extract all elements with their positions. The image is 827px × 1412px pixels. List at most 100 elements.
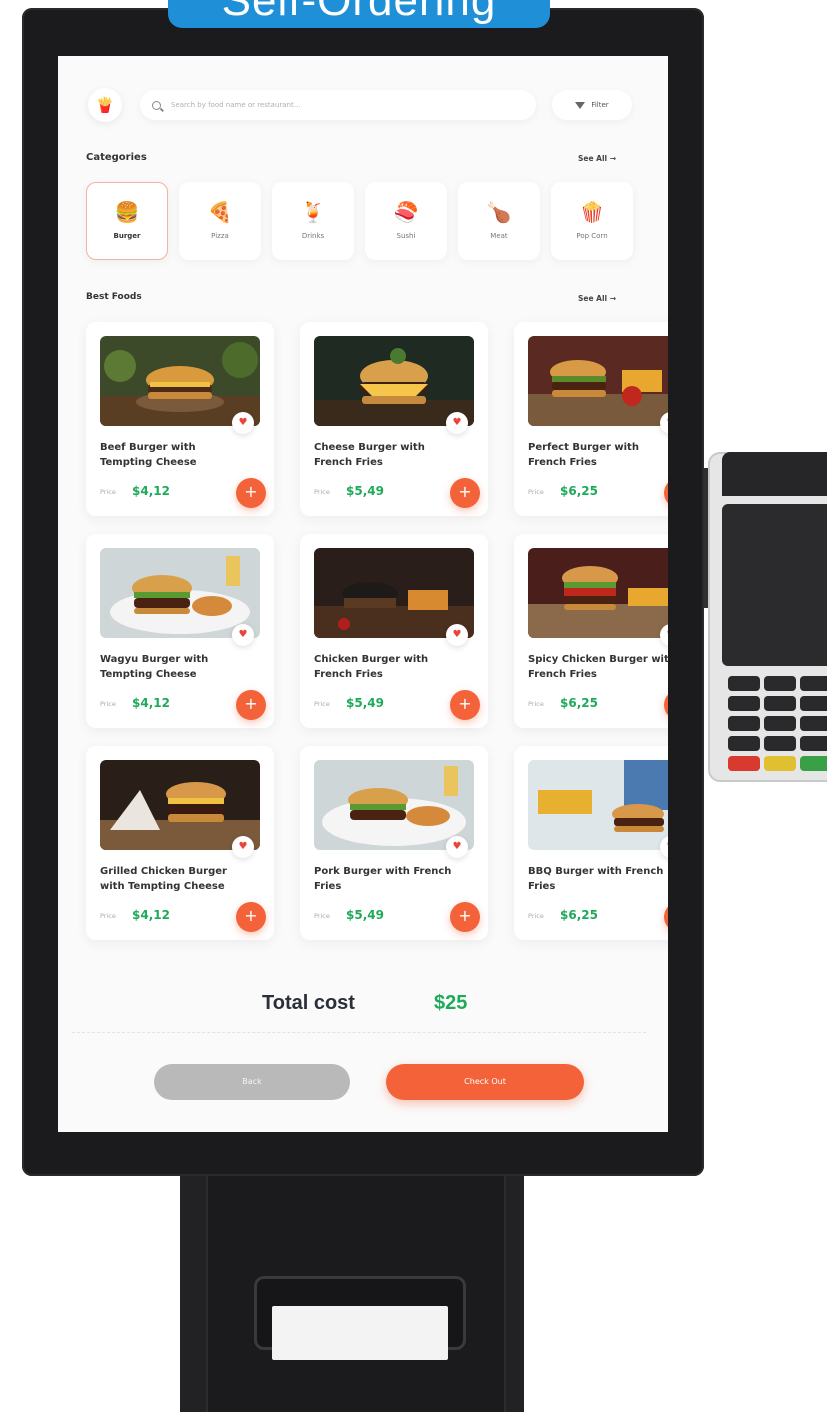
category-sushi[interactable]: 🍣 Sushi (365, 182, 447, 260)
category-pizza[interactable]: 🍕 Pizza (179, 182, 261, 260)
category-label: Pizza (211, 232, 229, 240)
add-to-cart-button[interactable]: + (236, 478, 266, 508)
price-label: Price (314, 488, 330, 496)
price-label: Price (100, 912, 116, 920)
terminal-key (764, 756, 796, 771)
card-terminal-screen (722, 504, 827, 666)
price-label: Price (528, 700, 544, 708)
filter-label: Filter (591, 101, 609, 109)
food-price: $5,49 (346, 908, 384, 922)
food-card[interactable]: ♥ Chicken Burger with French Fries Price… (300, 534, 488, 728)
back-button[interactable]: Back (154, 1064, 350, 1100)
favorite-heart-icon[interactable]: ♥ (446, 412, 468, 434)
food-card[interactable]: ♥ Perfect Burger with French Fries Price… (514, 322, 668, 516)
food-card[interactable]: ♥ Beef Burger with Tempting Cheese Price… (86, 322, 274, 516)
food-photo (314, 548, 474, 638)
popcorn-icon: 🍿 (579, 200, 605, 224)
kiosk-photo: Self-Ordering 🍟 Filter Categories See Al… (0, 0, 827, 1412)
drink-icon: 🍹 (300, 200, 326, 224)
terminal-key (800, 716, 827, 731)
add-to-cart-button[interactable]: + (450, 690, 480, 720)
favorite-heart-icon[interactable]: ♥ (232, 836, 254, 858)
category-label: Burger (113, 232, 141, 240)
food-price: $6,25 (560, 484, 598, 498)
food-name: Perfect Burger with French Fries (528, 442, 639, 468)
food-name: Pork Burger with French Fries (314, 866, 452, 892)
total-cost-value: $25 (434, 992, 468, 1014)
terminal-key (764, 716, 796, 731)
category-list: 🍔 Burger 🍕 Pizza 🍹 Drinks 🍣 Sushi 🍗 Meat… (86, 182, 646, 262)
food-photo (100, 760, 260, 850)
food-name: BBQ Burger with French Fries (528, 866, 664, 892)
add-to-cart-button[interactable]: + (236, 902, 266, 932)
search-bar[interactable] (140, 90, 536, 120)
food-card[interactable]: ♥ Grilled Chicken Burger with Tempting C… (86, 746, 274, 940)
best-foods-see-all-link[interactable]: See All → (578, 294, 616, 303)
terminal-key (728, 736, 760, 751)
add-to-cart-button[interactable]: + (450, 478, 480, 508)
favorite-heart-icon[interactable]: ♥ (232, 412, 254, 434)
food-card[interactable]: ♥ Spicy Chicken Burger with French Fries… (514, 534, 668, 728)
terminal-key (764, 696, 796, 711)
favorite-heart-icon[interactable]: ♥ (446, 624, 468, 646)
terminal-key (728, 716, 760, 731)
add-to-cart-button[interactable]: + (236, 690, 266, 720)
food-price: $4,12 (132, 696, 170, 710)
price-label: Price (100, 700, 116, 708)
total-cost-label: Total cost (262, 992, 355, 1014)
food-photo (100, 336, 260, 426)
food-photo (528, 336, 668, 426)
favorite-heart-icon[interactable]: ♥ (446, 836, 468, 858)
favorite-heart-icon[interactable]: ♥ (232, 624, 254, 646)
burger-icon: 🍔 (114, 200, 140, 224)
category-meat[interactable]: 🍗 Meat (458, 182, 540, 260)
filter-icon (575, 101, 586, 109)
food-card[interactable]: ♥ BBQ Burger with French Fries Price $6,… (514, 746, 668, 940)
food-name: Grilled Chicken Burger with Tempting Che… (100, 866, 227, 892)
categories-title: Categories (86, 152, 147, 163)
search-input[interactable] (171, 101, 471, 109)
category-burger[interactable]: 🍔 Burger (86, 182, 168, 260)
food-price: $5,49 (346, 484, 384, 498)
pizza-icon: 🍕 (207, 200, 233, 224)
food-name: Spicy Chicken Burger with French Fries (528, 654, 668, 680)
sushi-icon: 🍣 (393, 200, 419, 224)
categories-see-all-link[interactable]: See All → (578, 154, 616, 163)
food-card[interactable]: ♥ Pork Burger with French Fries Price $5… (300, 746, 488, 940)
food-price: $4,12 (132, 908, 170, 922)
price-label: Price (314, 700, 330, 708)
category-label: Pop Corn (576, 232, 608, 240)
category-label: Meat (490, 232, 508, 240)
terminal-key (800, 736, 827, 751)
food-photo (314, 760, 474, 850)
terminal-key (764, 676, 796, 691)
category-label: Drinks (301, 232, 325, 240)
category-label: Sushi (396, 232, 416, 240)
food-card[interactable]: ♥ Wagyu Burger with Tempting Cheese Pric… (86, 534, 274, 728)
food-price: $5,49 (346, 696, 384, 710)
best-foods-title: Best Foods (86, 292, 142, 302)
kiosk-title-banner: Self-Ordering (168, 0, 550, 28)
food-photo (528, 760, 668, 850)
price-label: Price (528, 912, 544, 920)
category-drinks[interactable]: 🍹 Drinks (272, 182, 354, 260)
kiosk-screen: 🍟 Filter Categories See All → 🍔 Burger 🍕… (58, 56, 668, 1132)
add-to-cart-button[interactable]: + (664, 690, 668, 720)
add-to-cart-button[interactable]: + (450, 902, 480, 932)
card-terminal-reader (722, 452, 827, 496)
food-name: Chicken Burger with French Fries (314, 654, 429, 680)
add-to-cart-button[interactable]: + (664, 478, 668, 508)
terminal-key (728, 756, 760, 771)
food-card[interactable]: ♥ Cheese Burger with French Fries Price … (300, 322, 488, 516)
terminal-key (764, 736, 796, 751)
app-logo-icon[interactable]: 🍟 (88, 88, 122, 122)
terminal-key (728, 696, 760, 711)
add-to-cart-button[interactable]: + (664, 902, 668, 932)
food-photo (528, 548, 668, 638)
checkout-button[interactable]: Check Out (386, 1064, 584, 1100)
filter-button[interactable]: Filter (552, 90, 632, 120)
category-popcorn[interactable]: 🍿 Pop Corn (551, 182, 633, 260)
terminal-key (800, 756, 827, 771)
divider (72, 1032, 646, 1033)
terminal-key (800, 696, 827, 711)
